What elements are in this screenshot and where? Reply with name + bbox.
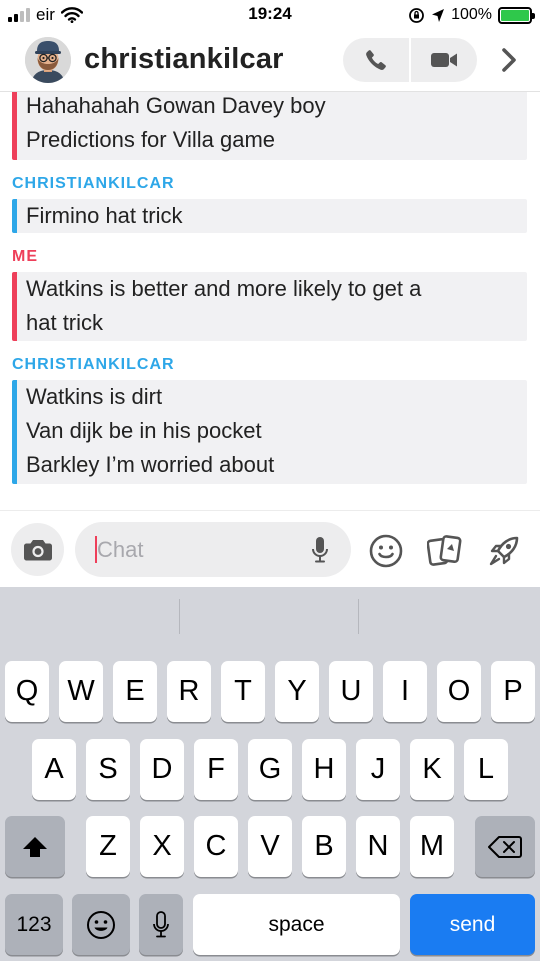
chevron-right-button[interactable]	[496, 44, 522, 76]
suggestion-divider	[179, 599, 180, 634]
chat-input[interactable]	[97, 522, 297, 577]
rocket-icon	[489, 536, 519, 566]
key-l[interactable]: L	[464, 739, 508, 800]
key-x[interactable]: X	[140, 816, 184, 877]
key-e[interactable]: E	[113, 661, 157, 722]
key-b[interactable]: B	[302, 816, 346, 877]
message-text: Firmino hat trick	[26, 203, 183, 228]
key-c[interactable]: C	[194, 816, 238, 877]
voice-note-button[interactable]	[307, 534, 333, 566]
message-group: Watkins is better and more likely to get…	[12, 272, 527, 341]
key-n[interactable]: N	[356, 816, 400, 877]
key-s[interactable]: S	[86, 739, 130, 800]
emoji-key[interactable]	[72, 894, 130, 955]
backspace-key[interactable]	[475, 816, 535, 877]
key-o[interactable]: O	[437, 661, 481, 722]
camera-icon	[23, 539, 52, 560]
key-w[interactable]: W	[59, 661, 103, 722]
numbers-key[interactable]: 123	[5, 894, 63, 955]
message-text: hat trick	[26, 310, 104, 335]
smiley-icon	[87, 910, 115, 939]
sticker-cards-icon	[427, 535, 462, 566]
key-z[interactable]: Z	[86, 816, 130, 877]
message-group: Hahahahah Gowan Davey boy Predictions fo…	[12, 92, 527, 160]
key-q[interactable]: Q	[5, 661, 49, 722]
key-k[interactable]: K	[410, 739, 454, 800]
microphone-icon	[312, 537, 328, 563]
key-d[interactable]: D	[140, 739, 184, 800]
key-v[interactable]: V	[248, 816, 292, 877]
battery-percent: 100%	[451, 6, 492, 23]
key-a[interactable]: A	[32, 739, 76, 800]
key-r[interactable]: R	[167, 661, 211, 722]
video-camera-icon	[431, 53, 457, 67]
video-call-button[interactable]	[409, 38, 477, 82]
location-arrow-icon	[432, 8, 445, 22]
sender-label: CHRISTIANKILCAR	[12, 175, 175, 192]
sender-label: CHRISTIANKILCAR	[12, 356, 175, 373]
smiley-icon	[369, 534, 403, 568]
chat-field[interactable]	[75, 522, 351, 577]
camera-button[interactable]	[11, 523, 64, 576]
message-text: Watkins is dirt	[26, 384, 163, 409]
message-text: Barkley I’m worried about	[26, 452, 275, 477]
phone-icon	[366, 50, 386, 70]
key-i[interactable]: I	[383, 661, 427, 722]
orientation-lock-icon	[409, 7, 424, 23]
message-text: Watkins is better and more likely to get…	[26, 276, 422, 301]
microphone-icon	[153, 910, 169, 937]
message-text: Predictions for Villa game	[26, 127, 276, 152]
games-button[interactable]	[486, 533, 522, 569]
chevron-right-icon	[502, 48, 516, 72]
key-t[interactable]: T	[221, 661, 265, 722]
message-group: Watkins is dirt Van dijk be in his pocke…	[12, 380, 527, 484]
battery-icon	[498, 6, 535, 24]
key-h[interactable]: H	[302, 739, 346, 800]
key-y[interactable]: Y	[275, 661, 319, 722]
message-text: Van dijk be in his pocket	[26, 418, 262, 443]
voice-call-button[interactable]	[343, 38, 409, 82]
message-text: Hahahahah Gowan Davey boy	[26, 93, 326, 118]
status-bar: eir 19:24 100%	[0, 0, 540, 30]
key-u[interactable]: U	[329, 661, 373, 722]
message-group: Firmino hat trick	[12, 199, 527, 233]
key-j[interactable]: J	[356, 739, 400, 800]
backspace-icon	[488, 835, 522, 858]
bitmoji-avatar-icon	[25, 37, 71, 83]
sender-label: ME	[12, 248, 38, 265]
key-m[interactable]: M	[410, 816, 454, 877]
status-right: 100%	[408, 4, 535, 26]
send-key[interactable]: send	[410, 894, 535, 955]
shift-key[interactable]	[5, 816, 65, 877]
chat-input-bar	[0, 510, 540, 587]
key-f[interactable]: F	[194, 739, 238, 800]
call-button-group	[343, 38, 477, 82]
key-g[interactable]: G	[248, 739, 292, 800]
space-key[interactable]: space	[193, 894, 400, 955]
message-list[interactable]: Hahahahah Gowan Davey boy Predictions fo…	[0, 92, 540, 510]
keyboard: Q W E R T Y U I O P A S D F G H J K L Z …	[0, 587, 540, 961]
emoji-button[interactable]	[368, 533, 404, 569]
chat-header: christiankilcar	[0, 30, 540, 92]
stickers-button[interactable]	[427, 533, 463, 569]
shift-arrow-icon	[23, 836, 47, 857]
battery-level-fill	[501, 9, 529, 21]
key-p[interactable]: P	[491, 661, 535, 722]
dictation-key[interactable]	[139, 894, 183, 955]
avatar[interactable]	[25, 37, 71, 83]
chat-title[interactable]: christiankilcar	[84, 43, 284, 76]
suggestion-divider	[358, 599, 359, 634]
